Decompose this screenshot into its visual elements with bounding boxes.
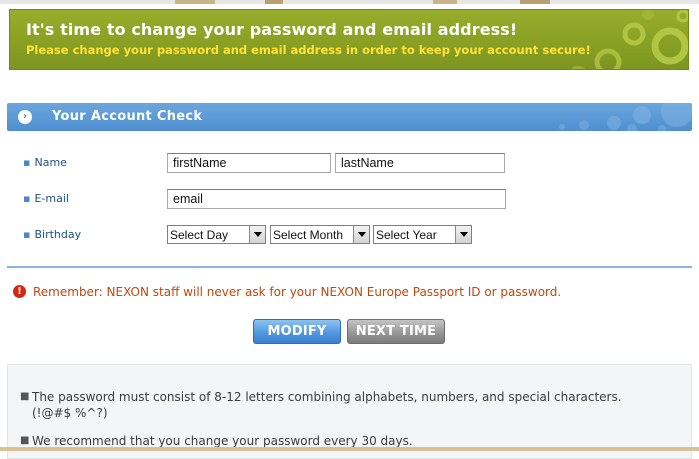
section-divider bbox=[7, 266, 692, 268]
section-title: Your Account Check bbox=[52, 109, 203, 124]
month-select[interactable]: Select Month bbox=[270, 225, 370, 244]
banner-circles-decoration bbox=[570, 10, 688, 69]
day-select[interactable]: Select Day bbox=[167, 225, 266, 244]
circle-arrow-right-icon: › bbox=[18, 110, 32, 124]
account-check-header: › Your Account Check bbox=[7, 103, 692, 131]
day-select-value: Select Day bbox=[170, 228, 229, 242]
banner-subtitle: Please change your password and email ad… bbox=[26, 43, 591, 57]
security-notice: Remember: NEXON staff will never ask for… bbox=[33, 285, 562, 299]
year-select[interactable]: Select Year bbox=[373, 225, 472, 244]
month-select-value: Select Month bbox=[273, 228, 344, 242]
password-change-banner: It's time to change your password and em… bbox=[9, 9, 689, 70]
email-label: ▪ E-mail bbox=[23, 192, 69, 205]
bullet-icon: ▪ bbox=[23, 228, 31, 241]
chevron-down-icon[interactable] bbox=[353, 226, 369, 243]
first-name-input[interactable] bbox=[167, 153, 331, 173]
year-select-value: Select Year bbox=[376, 228, 437, 242]
top-strip bbox=[0, 0, 699, 4]
modify-button[interactable]: MODIFY bbox=[253, 319, 341, 344]
name-label: ▪ Name bbox=[23, 156, 67, 169]
birthday-label: ▪ Birthday bbox=[23, 228, 82, 241]
list-item: ■ The password must consist of 8-12 lett… bbox=[20, 390, 622, 420]
last-name-input[interactable] bbox=[335, 153, 505, 173]
password-rules-box: ■ The password must consist of 8-12 lett… bbox=[7, 364, 692, 459]
chevron-down-icon[interactable] bbox=[249, 226, 265, 243]
header-dots-decoration bbox=[559, 103, 692, 131]
email-input[interactable] bbox=[167, 189, 506, 209]
chevron-down-icon[interactable] bbox=[455, 226, 471, 243]
bottom-strip bbox=[0, 447, 699, 451]
bullet-icon: ■ bbox=[20, 391, 30, 402]
bullet-icon: ▪ bbox=[23, 156, 31, 169]
exclamation-icon: ! bbox=[13, 285, 26, 298]
bullet-icon: ▪ bbox=[23, 192, 31, 205]
banner-title: It's time to change your password and em… bbox=[26, 20, 518, 39]
next-time-button[interactable]: NEXT TIME bbox=[347, 319, 445, 344]
